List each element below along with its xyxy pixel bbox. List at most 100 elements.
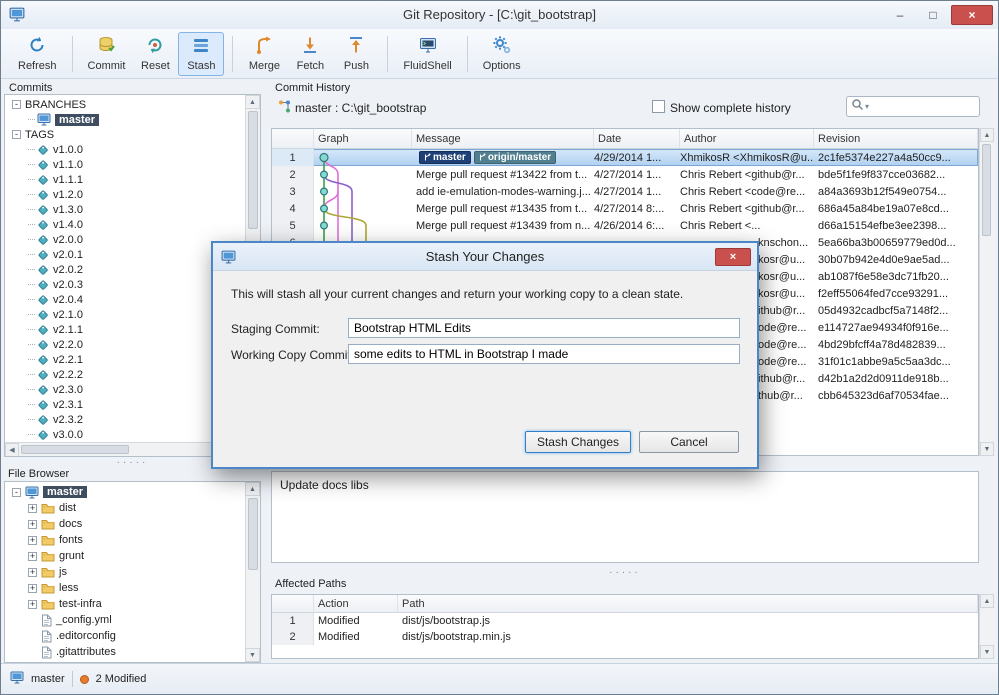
scroll-up-icon[interactable]: ▲	[980, 128, 994, 142]
column-header-date[interactable]: Date	[594, 129, 680, 148]
affected-vscrollbar[interactable]: ▲ ▼	[979, 594, 993, 659]
scroll-down-icon[interactable]: ▼	[245, 648, 260, 662]
scroll-thumb[interactable]	[21, 445, 129, 454]
column-header-num[interactable]	[272, 595, 314, 612]
staging-commit-input[interactable]	[348, 318, 740, 338]
folder-item[interactable]: fonts	[6, 532, 244, 548]
folder-item[interactable]: dist	[6, 500, 244, 516]
maximize-button[interactable]: □	[918, 5, 948, 25]
tag-item[interactable]: v1.0.0	[6, 142, 244, 157]
commit-row[interactable]: 1masterorigin/master4/29/2014 1...Xhmiko…	[272, 149, 978, 166]
reset-button[interactable]: Reset	[132, 32, 178, 76]
tag-item[interactable]: v2.0.0	[6, 232, 244, 247]
refresh-button[interactable]: Refresh	[11, 32, 64, 76]
tag-item[interactable]: v2.3.0	[6, 382, 244, 397]
scroll-thumb[interactable]	[248, 498, 258, 570]
tag-item[interactable]: v1.1.1	[6, 172, 244, 187]
commit-row[interactable]: 3add ie-emulation-modes-warning.j...4/27…	[272, 183, 978, 200]
expand-icon[interactable]	[28, 568, 37, 577]
working-copy-commit-input[interactable]	[348, 344, 740, 364]
column-header-path[interactable]: Path	[398, 595, 978, 612]
affected-row[interactable]: 2Modifieddist/js/bootstrap.min.js	[272, 629, 978, 645]
column-header-num[interactable]	[272, 129, 314, 148]
tags-group[interactable]: TAGS	[6, 127, 244, 142]
commit-button[interactable]: Commit	[81, 32, 133, 76]
column-header-author[interactable]: Author	[680, 129, 814, 148]
scroll-up-icon[interactable]: ▲	[245, 482, 260, 496]
scroll-thumb[interactable]	[248, 111, 258, 229]
column-header-action[interactable]: Action	[314, 595, 398, 612]
commits-hscrollbar[interactable]: ◀ ▶	[5, 442, 245, 456]
column-header-message[interactable]: Message	[412, 129, 594, 148]
tag-item[interactable]: v1.3.0	[6, 202, 244, 217]
file-item[interactable]: _config.yml	[6, 612, 244, 628]
titlebar[interactable]: Git Repository - [C:\git_bootstrap] – □ …	[1, 1, 998, 29]
folder-item[interactable]: less	[6, 580, 244, 596]
column-header-graph[interactable]: Graph	[314, 129, 412, 148]
options-button[interactable]: Options	[476, 32, 528, 76]
commit-row[interactable]: 2Merge pull request #13422 from t...4/27…	[272, 166, 978, 183]
stash-button[interactable]: Stash	[178, 32, 224, 76]
scroll-down-icon[interactable]: ▼	[980, 645, 994, 659]
tag-item[interactable]: v1.4.0	[6, 217, 244, 232]
tag-item[interactable]: v2.0.4	[6, 292, 244, 307]
tag-item[interactable]: v2.1.0	[6, 307, 244, 322]
collapse-icon[interactable]	[12, 100, 21, 109]
search-input[interactable]	[872, 101, 975, 113]
branches-group[interactable]: BRANCHES	[6, 97, 244, 112]
expand-icon[interactable]	[28, 552, 37, 561]
collapse-icon[interactable]	[12, 130, 21, 139]
close-button[interactable]: ×	[951, 5, 993, 25]
tag-item[interactable]: v1.1.0	[6, 157, 244, 172]
cancel-button[interactable]: Cancel	[639, 431, 739, 453]
expand-icon[interactable]	[28, 504, 37, 513]
commit-row[interactable]: 5Merge pull request #13439 from n...4/26…	[272, 217, 978, 234]
push-button[interactable]: Push	[333, 32, 379, 76]
filebrowser-vscrollbar[interactable]: ▲ ▼	[245, 482, 260, 662]
status-modified-label[interactable]: 2 Modified	[96, 673, 147, 685]
scroll-down-icon[interactable]: ▼	[980, 442, 994, 456]
search-box[interactable]: ▾	[846, 96, 980, 117]
expand-icon[interactable]	[28, 536, 37, 545]
tag-item[interactable]: v2.0.2	[6, 262, 244, 277]
dialog-close-button[interactable]: ×	[715, 248, 751, 266]
tag-item[interactable]: v2.3.1	[6, 397, 244, 412]
tag-item[interactable]: v2.0.1	[6, 247, 244, 262]
collapse-icon[interactable]	[12, 488, 21, 497]
tag-item[interactable]: v2.3.2	[6, 412, 244, 427]
branch-item-master[interactable]: master	[6, 112, 244, 127]
tag-item[interactable]: v3.0.0	[6, 427, 244, 442]
scroll-left-icon[interactable]: ◀	[5, 443, 19, 457]
show-complete-history-checkbox[interactable]	[652, 100, 665, 113]
tag-item[interactable]: v2.1.1	[6, 322, 244, 337]
expand-icon[interactable]	[28, 520, 37, 529]
folder-item[interactable]: js	[6, 564, 244, 580]
folder-item[interactable]: docs	[6, 516, 244, 532]
file-item[interactable]: .editorconfig	[6, 628, 244, 644]
commit-row[interactable]: 4Merge pull request #13435 from t...4/27…	[272, 200, 978, 217]
tag-item[interactable]: v2.2.1	[6, 352, 244, 367]
expand-icon[interactable]	[28, 600, 37, 609]
scroll-up-icon[interactable]: ▲	[980, 594, 994, 608]
fluidshell-button[interactable]: FluidShell	[396, 32, 458, 76]
tag-item[interactable]: v2.2.0	[6, 337, 244, 352]
stash-changes-button[interactable]: Stash Changes	[525, 431, 631, 453]
minimize-button[interactable]: –	[885, 5, 915, 25]
column-header-revision[interactable]: Revision	[814, 129, 978, 148]
affected-row[interactable]: 1Modifieddist/js/bootstrap.js	[272, 613, 978, 629]
fetch-button[interactable]: Fetch	[287, 32, 333, 76]
folder-item[interactable]: grunt	[6, 548, 244, 564]
dialog-titlebar[interactable]: Stash Your Changes ×	[213, 243, 757, 271]
tag-item[interactable]: v1.2.0	[6, 187, 244, 202]
history-vscrollbar[interactable]: ▲ ▼	[979, 128, 993, 456]
file-item[interactable]: .gitattributes	[6, 644, 244, 660]
section-splitter-handle[interactable]	[271, 567, 979, 578]
tag-item[interactable]: v2.0.3	[6, 277, 244, 292]
file-root-master[interactable]: master	[6, 484, 244, 500]
merge-button[interactable]: Merge	[241, 32, 287, 76]
tag-item[interactable]: v2.2.2	[6, 367, 244, 382]
folder-item[interactable]: test-infra	[6, 596, 244, 612]
search-options-caret-icon[interactable]: ▾	[865, 102, 869, 111]
scroll-up-icon[interactable]: ▲	[245, 95, 260, 109]
expand-icon[interactable]	[28, 584, 37, 593]
